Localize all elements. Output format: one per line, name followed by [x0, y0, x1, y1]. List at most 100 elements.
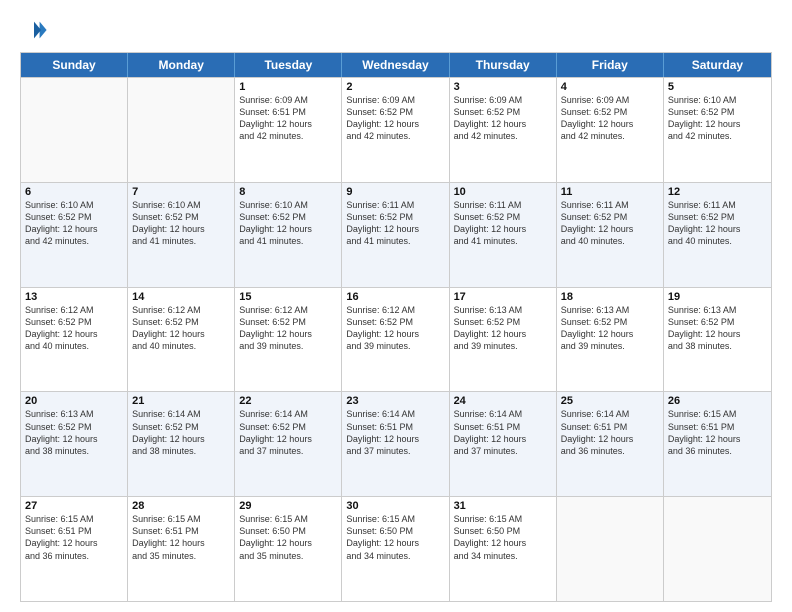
day-number: 17	[454, 291, 552, 303]
day-number: 25	[561, 395, 659, 407]
cell-info: Sunrise: 6:09 AM Sunset: 6:51 PM Dayligh…	[239, 94, 337, 143]
day-number: 16	[346, 291, 444, 303]
cal-cell: 24Sunrise: 6:14 AM Sunset: 6:51 PM Dayli…	[450, 392, 557, 496]
header	[20, 16, 772, 44]
cal-cell: 25Sunrise: 6:14 AM Sunset: 6:51 PM Dayli…	[557, 392, 664, 496]
col-header-wednesday: Wednesday	[342, 53, 449, 77]
cell-info: Sunrise: 6:15 AM Sunset: 6:51 PM Dayligh…	[132, 513, 230, 562]
cell-info: Sunrise: 6:09 AM Sunset: 6:52 PM Dayligh…	[454, 94, 552, 143]
cal-cell: 28Sunrise: 6:15 AM Sunset: 6:51 PM Dayli…	[128, 497, 235, 601]
calendar-header-row: SundayMondayTuesdayWednesdayThursdayFrid…	[21, 53, 771, 77]
cell-info: Sunrise: 6:15 AM Sunset: 6:51 PM Dayligh…	[668, 408, 767, 457]
col-header-monday: Monday	[128, 53, 235, 77]
cell-info: Sunrise: 6:14 AM Sunset: 6:51 PM Dayligh…	[454, 408, 552, 457]
day-number: 14	[132, 291, 230, 303]
cell-info: Sunrise: 6:14 AM Sunset: 6:51 PM Dayligh…	[561, 408, 659, 457]
cal-cell: 27Sunrise: 6:15 AM Sunset: 6:51 PM Dayli…	[21, 497, 128, 601]
cell-info: Sunrise: 6:15 AM Sunset: 6:50 PM Dayligh…	[346, 513, 444, 562]
cal-cell: 7Sunrise: 6:10 AM Sunset: 6:52 PM Daylig…	[128, 183, 235, 287]
cal-cell: 22Sunrise: 6:14 AM Sunset: 6:52 PM Dayli…	[235, 392, 342, 496]
cell-info: Sunrise: 6:15 AM Sunset: 6:51 PM Dayligh…	[25, 513, 123, 562]
cal-cell: 1Sunrise: 6:09 AM Sunset: 6:51 PM Daylig…	[235, 78, 342, 182]
page: SundayMondayTuesdayWednesdayThursdayFrid…	[0, 0, 792, 612]
day-number: 7	[132, 186, 230, 198]
cal-cell: 17Sunrise: 6:13 AM Sunset: 6:52 PM Dayli…	[450, 288, 557, 392]
cell-info: Sunrise: 6:13 AM Sunset: 6:52 PM Dayligh…	[561, 304, 659, 353]
col-header-saturday: Saturday	[664, 53, 771, 77]
week-row-4: 20Sunrise: 6:13 AM Sunset: 6:52 PM Dayli…	[21, 391, 771, 496]
week-row-5: 27Sunrise: 6:15 AM Sunset: 6:51 PM Dayli…	[21, 496, 771, 601]
week-row-1: 1Sunrise: 6:09 AM Sunset: 6:51 PM Daylig…	[21, 77, 771, 182]
cal-cell: 30Sunrise: 6:15 AM Sunset: 6:50 PM Dayli…	[342, 497, 449, 601]
cal-cell: 11Sunrise: 6:11 AM Sunset: 6:52 PM Dayli…	[557, 183, 664, 287]
day-number: 11	[561, 186, 659, 198]
cell-info: Sunrise: 6:11 AM Sunset: 6:52 PM Dayligh…	[668, 199, 767, 248]
day-number: 27	[25, 500, 123, 512]
day-number: 2	[346, 81, 444, 93]
cell-info: Sunrise: 6:14 AM Sunset: 6:52 PM Dayligh…	[239, 408, 337, 457]
cell-info: Sunrise: 6:10 AM Sunset: 6:52 PM Dayligh…	[239, 199, 337, 248]
cell-info: Sunrise: 6:13 AM Sunset: 6:52 PM Dayligh…	[454, 304, 552, 353]
week-row-3: 13Sunrise: 6:12 AM Sunset: 6:52 PM Dayli…	[21, 287, 771, 392]
logo	[20, 16, 52, 44]
day-number: 29	[239, 500, 337, 512]
day-number: 20	[25, 395, 123, 407]
cell-info: Sunrise: 6:12 AM Sunset: 6:52 PM Dayligh…	[25, 304, 123, 353]
day-number: 31	[454, 500, 552, 512]
cal-cell: 6Sunrise: 6:10 AM Sunset: 6:52 PM Daylig…	[21, 183, 128, 287]
cal-cell: 31Sunrise: 6:15 AM Sunset: 6:50 PM Dayli…	[450, 497, 557, 601]
logo-icon	[20, 16, 48, 44]
cal-cell: 29Sunrise: 6:15 AM Sunset: 6:50 PM Dayli…	[235, 497, 342, 601]
day-number: 5	[668, 81, 767, 93]
cal-cell: 14Sunrise: 6:12 AM Sunset: 6:52 PM Dayli…	[128, 288, 235, 392]
cell-info: Sunrise: 6:12 AM Sunset: 6:52 PM Dayligh…	[239, 304, 337, 353]
day-number: 23	[346, 395, 444, 407]
cell-info: Sunrise: 6:12 AM Sunset: 6:52 PM Dayligh…	[346, 304, 444, 353]
day-number: 24	[454, 395, 552, 407]
day-number: 30	[346, 500, 444, 512]
cal-cell: 16Sunrise: 6:12 AM Sunset: 6:52 PM Dayli…	[342, 288, 449, 392]
cal-cell	[664, 497, 771, 601]
cell-info: Sunrise: 6:15 AM Sunset: 6:50 PM Dayligh…	[454, 513, 552, 562]
cal-cell: 19Sunrise: 6:13 AM Sunset: 6:52 PM Dayli…	[664, 288, 771, 392]
cal-cell: 8Sunrise: 6:10 AM Sunset: 6:52 PM Daylig…	[235, 183, 342, 287]
day-number: 26	[668, 395, 767, 407]
day-number: 18	[561, 291, 659, 303]
cal-cell: 3Sunrise: 6:09 AM Sunset: 6:52 PM Daylig…	[450, 78, 557, 182]
day-number: 12	[668, 186, 767, 198]
cell-info: Sunrise: 6:11 AM Sunset: 6:52 PM Dayligh…	[346, 199, 444, 248]
calendar: SundayMondayTuesdayWednesdayThursdayFrid…	[20, 52, 772, 602]
cal-cell: 26Sunrise: 6:15 AM Sunset: 6:51 PM Dayli…	[664, 392, 771, 496]
cell-info: Sunrise: 6:10 AM Sunset: 6:52 PM Dayligh…	[25, 199, 123, 248]
cell-info: Sunrise: 6:10 AM Sunset: 6:52 PM Dayligh…	[132, 199, 230, 248]
cell-info: Sunrise: 6:13 AM Sunset: 6:52 PM Dayligh…	[25, 408, 123, 457]
cal-cell: 20Sunrise: 6:13 AM Sunset: 6:52 PM Dayli…	[21, 392, 128, 496]
cal-cell	[557, 497, 664, 601]
day-number: 8	[239, 186, 337, 198]
day-number: 19	[668, 291, 767, 303]
day-number: 13	[25, 291, 123, 303]
cal-cell: 23Sunrise: 6:14 AM Sunset: 6:51 PM Dayli…	[342, 392, 449, 496]
col-header-sunday: Sunday	[21, 53, 128, 77]
cell-info: Sunrise: 6:15 AM Sunset: 6:50 PM Dayligh…	[239, 513, 337, 562]
day-number: 6	[25, 186, 123, 198]
cal-cell: 4Sunrise: 6:09 AM Sunset: 6:52 PM Daylig…	[557, 78, 664, 182]
day-number: 22	[239, 395, 337, 407]
cell-info: Sunrise: 6:13 AM Sunset: 6:52 PM Dayligh…	[668, 304, 767, 353]
cal-cell: 13Sunrise: 6:12 AM Sunset: 6:52 PM Dayli…	[21, 288, 128, 392]
cell-info: Sunrise: 6:09 AM Sunset: 6:52 PM Dayligh…	[346, 94, 444, 143]
day-number: 21	[132, 395, 230, 407]
col-header-thursday: Thursday	[450, 53, 557, 77]
cal-cell: 18Sunrise: 6:13 AM Sunset: 6:52 PM Dayli…	[557, 288, 664, 392]
cell-info: Sunrise: 6:11 AM Sunset: 6:52 PM Dayligh…	[454, 199, 552, 248]
cell-info: Sunrise: 6:12 AM Sunset: 6:52 PM Dayligh…	[132, 304, 230, 353]
cell-info: Sunrise: 6:11 AM Sunset: 6:52 PM Dayligh…	[561, 199, 659, 248]
calendar-body: 1Sunrise: 6:09 AM Sunset: 6:51 PM Daylig…	[21, 77, 771, 601]
col-header-friday: Friday	[557, 53, 664, 77]
day-number: 1	[239, 81, 337, 93]
day-number: 15	[239, 291, 337, 303]
cell-info: Sunrise: 6:10 AM Sunset: 6:52 PM Dayligh…	[668, 94, 767, 143]
day-number: 10	[454, 186, 552, 198]
day-number: 28	[132, 500, 230, 512]
week-row-2: 6Sunrise: 6:10 AM Sunset: 6:52 PM Daylig…	[21, 182, 771, 287]
